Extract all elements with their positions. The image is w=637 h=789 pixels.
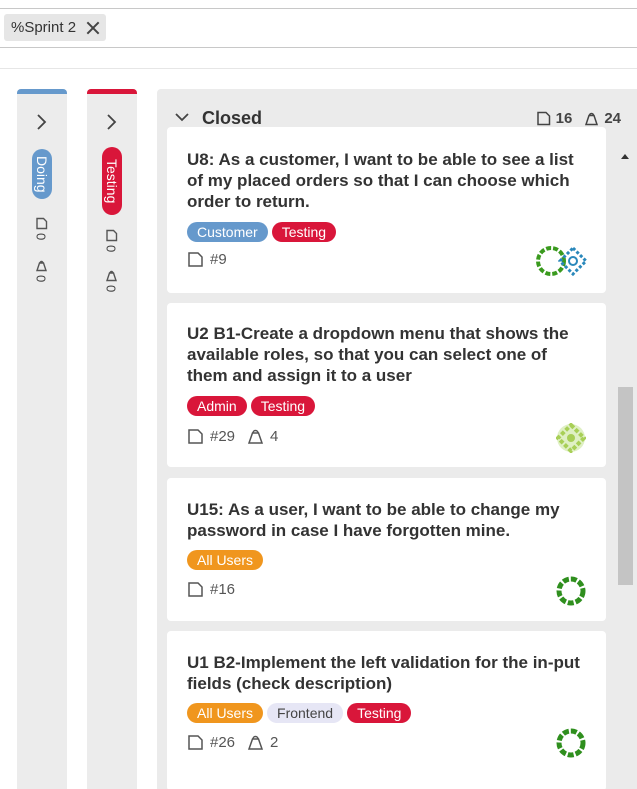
card-title: U1 B2-Implement the left validation for …: [187, 653, 580, 693]
column-label-badge: Doing: [32, 149, 52, 199]
tag-frontend: Frontend: [267, 703, 344, 723]
chevron-right-icon[interactable]: [35, 113, 49, 131]
column-points-count: 0: [103, 285, 119, 293]
column-doing: Doing 0 0: [17, 89, 67, 789]
card-points: 2: [270, 734, 279, 751]
scrollbar-thumb[interactable]: [618, 387, 633, 585]
scroll-up-arrow[interactable]: [621, 154, 629, 159]
weight-icon: [247, 735, 264, 750]
card-id: #16: [210, 581, 236, 598]
column-points-stat: 0: [33, 259, 49, 283]
card-meta: #9: [187, 251, 227, 268]
card-count-icon: [35, 217, 47, 230]
card-id: #9: [210, 251, 227, 268]
avatar-group[interactable]: [536, 246, 588, 276]
card-meta: #26 2: [187, 734, 278, 751]
story-card[interactable]: U1 B2-Implement the left validation for …: [167, 631, 606, 789]
tag-testing: Testing: [347, 703, 412, 723]
tag-testing: Testing: [250, 396, 316, 416]
chevron-right-icon[interactable]: [105, 113, 119, 131]
weight-icon: [105, 270, 117, 282]
column-items-stat: 0: [33, 217, 49, 241]
story-card[interactable]: U2 B1-Create a dropdown menu that shows …: [167, 303, 606, 467]
card-id: #26: [210, 734, 236, 751]
column-items-count: 0: [103, 245, 119, 253]
close-icon[interactable]: [86, 21, 100, 35]
card-tags: Admin Testing: [187, 396, 319, 416]
tag-testing: Testing: [271, 222, 337, 242]
story-card[interactable]: U8: As a customer, I want to be able to …: [167, 127, 606, 293]
tag-customer: Customer: [187, 222, 268, 242]
column-items-stat: 0: [103, 229, 119, 253]
card-tags: Customer Testing: [187, 222, 340, 242]
story-card[interactable]: U15: As a user, I want to be able to cha…: [167, 478, 606, 621]
avatar[interactable]: [556, 423, 586, 453]
filter-bar: %Sprint 2: [0, 8, 637, 48]
column-points-count: 24: [604, 110, 621, 127]
column-title: Closed: [202, 108, 263, 128]
card-title: U15: As a user, I want to be able to cha…: [187, 500, 560, 540]
tag-all-users: All Users: [187, 550, 264, 570]
card-points: 4: [270, 428, 279, 445]
chevron-down-icon[interactable]: [174, 111, 190, 123]
column-closed: Closed 16 24 U8: As a customer, I want t…: [157, 89, 637, 789]
card-title: U8: As a customer, I want to be able to …: [187, 150, 574, 211]
card-id-icon: [188, 582, 203, 597]
tag-all-users: All Users: [187, 703, 264, 723]
column-items-count: 16: [555, 110, 573, 127]
divider: [0, 68, 637, 69]
card-title: U2 B1-Create a dropdown menu that shows …: [187, 324, 569, 385]
card-tags: All Users: [187, 550, 267, 570]
avatar[interactable]: [556, 728, 586, 758]
column-stats: 16 24: [536, 110, 621, 127]
avatar[interactable]: [556, 576, 586, 606]
weight-icon: [585, 112, 599, 126]
card-id-icon: [188, 252, 203, 267]
filter-chip[interactable]: %Sprint 2: [4, 14, 107, 41]
column-points-stat: 0: [103, 269, 119, 293]
card-tags: All Users Frontend Testing: [187, 703, 415, 723]
card-meta: #16: [187, 581, 235, 598]
column-testing: Testing 0 0: [87, 89, 137, 789]
column-color-bar: [17, 89, 67, 94]
tag-admin: Admin: [187, 396, 247, 416]
weight-icon: [35, 260, 47, 272]
column-items-count: 0: [33, 233, 49, 241]
column-color-bar: [87, 89, 137, 94]
card-count-icon: [105, 229, 117, 242]
weight-icon: [247, 429, 264, 444]
card-id: #29: [210, 428, 236, 445]
column-points-count: 0: [33, 275, 49, 283]
card-meta: #29 4: [187, 428, 278, 445]
card-id-icon: [188, 429, 203, 444]
column-label-badge: Testing: [102, 147, 122, 215]
card-id-icon: [188, 735, 203, 750]
filter-chip-label: %Sprint 2: [11, 19, 77, 36]
card-count-icon: [536, 111, 550, 126]
